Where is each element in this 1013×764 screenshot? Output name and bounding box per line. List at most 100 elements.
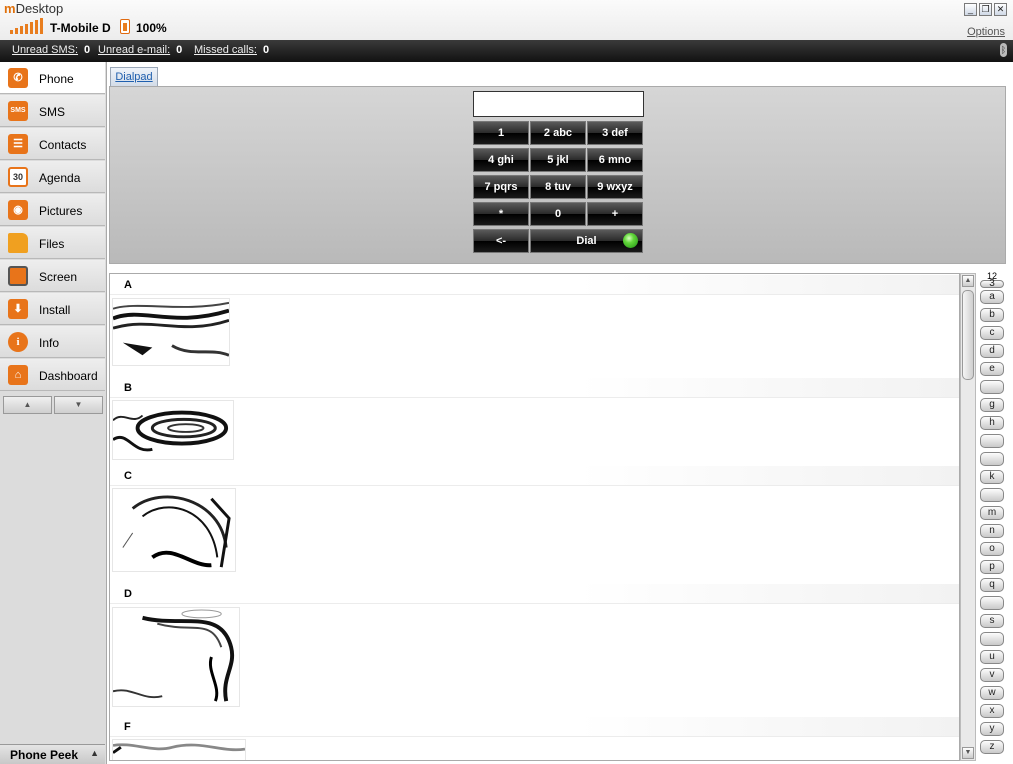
alpha-button-c[interactable]: c	[980, 326, 1004, 340]
alpha-button-v[interactable]: v	[980, 668, 1004, 682]
alpha-button-blank-10[interactable]	[980, 452, 1004, 466]
key-1[interactable]: 1	[473, 121, 529, 145]
sidebar-item-dashboard[interactable]: ⌂ Dashboard	[0, 359, 105, 391]
key-2[interactable]: 2 abc	[530, 121, 586, 145]
alpha-button-g[interactable]: g	[980, 398, 1004, 412]
key-6[interactable]: 6 mno	[587, 148, 643, 172]
key-3[interactable]: 3 def	[587, 121, 643, 145]
app-title: mDesktop	[4, 1, 64, 16]
key-4[interactable]: 4 ghi	[473, 148, 529, 172]
alpha-button-blank-18[interactable]	[980, 596, 1004, 610]
tab-dialpad[interactable]: Dialpad	[110, 67, 158, 86]
group-header-a: A	[110, 275, 959, 295]
folder-icon	[8, 233, 28, 253]
alpha-button-q[interactable]: q	[980, 578, 1004, 592]
home-icon: ⌂	[8, 365, 28, 385]
sidebar-scroll-down-button[interactable]: ▼	[54, 396, 103, 414]
sidebar-item-pictures[interactable]: ◉ Pictures	[0, 194, 105, 226]
signal-strength-icon	[10, 18, 44, 34]
phone-icon: ✆	[8, 68, 28, 88]
sidebar-item-install[interactable]: ⬇ Install	[0, 293, 105, 325]
title-bar: mDesktop T-Mobile D 100% _ ❐ ✕ Options	[0, 0, 1013, 40]
battery-level: 100%	[136, 21, 167, 35]
alpha-button-m[interactable]: m	[980, 506, 1004, 520]
key-7[interactable]: 7 pqrs	[473, 175, 529, 199]
contact-photo[interactable]	[112, 400, 234, 460]
sidebar-item-screen[interactable]: Screen	[0, 260, 105, 292]
install-icon: ⬇	[8, 299, 28, 319]
alpha-button-n[interactable]: n	[980, 524, 1004, 538]
alpha-button-z[interactable]: z	[980, 740, 1004, 754]
expand-arrow-icon[interactable]: ▲	[90, 748, 99, 758]
key-plus[interactable]: +	[587, 202, 643, 226]
phone-number-input[interactable]	[473, 91, 644, 117]
dial-status-led-icon	[623, 233, 638, 248]
alpha-button-blank-20[interactable]	[980, 632, 1004, 646]
sidebar-item-info[interactable]: i Info	[0, 326, 105, 358]
sidebar-item-contacts[interactable]: ☰ Contacts	[0, 128, 105, 160]
contacts-scrollbar[interactable]: ▲ ▼	[960, 273, 976, 761]
contact-photo[interactable]	[112, 739, 246, 760]
minimize-button[interactable]: _	[964, 3, 977, 16]
options-link[interactable]: Options	[967, 26, 1005, 38]
scroll-down-arrow-icon[interactable]: ▼	[962, 747, 974, 759]
carrier-name: T-Mobile D	[50, 21, 111, 35]
battery-icon	[120, 19, 130, 34]
sidebar: ✆ Phone SMS SMS ☰ Contacts 30 Agenda ◉ P…	[0, 62, 107, 764]
status-bar: Unread SMS: 0 Unread e-mail: 0 Missed call…	[0, 40, 1013, 62]
scroll-up-arrow-icon[interactable]: ▲	[962, 275, 974, 287]
contact-photo[interactable]	[112, 488, 236, 572]
key-0[interactable]: 0	[530, 202, 586, 226]
key-8[interactable]: 8 tuv	[530, 175, 586, 199]
sidebar-scroll-up-button[interactable]: ▲	[3, 396, 52, 414]
sidebar-item-files[interactable]: Files	[0, 227, 105, 259]
alpha-button-x[interactable]: x	[980, 704, 1004, 718]
alpha-button-e[interactable]: e	[980, 362, 1004, 376]
dialpad-panel: 1 2 abc 3 def 4 ghi 5 jkl 6 mno 7 pqrs 8…	[109, 86, 1006, 264]
phone-peek-label: Phone Peek	[10, 748, 79, 762]
alpha-button-p[interactable]: p	[980, 560, 1004, 574]
alpha-button-w[interactable]: w	[980, 686, 1004, 700]
backspace-button[interactable]: <-	[473, 229, 529, 253]
alpha-button-a[interactable]: a	[980, 290, 1004, 304]
alpha-button-b[interactable]: b	[980, 308, 1004, 322]
dial-label: Dial	[576, 235, 597, 247]
dial-button[interactable]: Dial	[530, 229, 643, 253]
unread-email-status[interactable]: Unread e-mail: 0	[98, 44, 182, 56]
key-star[interactable]: *	[473, 202, 529, 226]
contacts-list[interactable]: A B C D F	[109, 273, 960, 761]
bluetooth-icon: ᛒ	[1000, 43, 1007, 57]
contact-photo[interactable]	[112, 298, 230, 366]
alpha-button-u[interactable]: u	[980, 650, 1004, 664]
alphabet-index: 12 3abcdeghkmnopqsuvwxyz	[978, 271, 1006, 764]
group-header-d: D	[110, 584, 959, 604]
alpha-button-d[interactable]: d	[980, 344, 1004, 358]
sidebar-item-phone[interactable]: ✆ Phone	[0, 62, 105, 94]
alpha-button-blank-12[interactable]	[980, 488, 1004, 502]
contact-photo[interactable]	[112, 607, 240, 707]
unread-sms-status[interactable]: Unread SMS: 0	[12, 44, 90, 56]
main-content: Dialpad 1 2 abc 3 def 4 ghi 5 jkl 6 mno …	[107, 62, 1013, 764]
monitor-icon	[8, 266, 28, 286]
key-9[interactable]: 9 wxyz	[587, 175, 643, 199]
phone-peek-panel[interactable]: Phone Peek ▲	[0, 744, 105, 764]
restore-button[interactable]: ❐	[979, 3, 992, 16]
calendar-icon: 30	[8, 167, 28, 187]
camera-icon: ◉	[8, 200, 28, 220]
key-5[interactable]: 5 jkl	[530, 148, 586, 172]
sidebar-item-sms[interactable]: SMS SMS	[0, 95, 105, 127]
missed-calls-status[interactable]: Missed calls: 0	[194, 44, 269, 56]
alpha-button-blank-6[interactable]	[980, 380, 1004, 394]
contacts-icon: ☰	[8, 134, 28, 154]
alpha-button-y[interactable]: y	[980, 722, 1004, 736]
alpha-button-h[interactable]: h	[980, 416, 1004, 430]
alpha-button-k[interactable]: k	[980, 470, 1004, 484]
alpha-button-s[interactable]: s	[980, 614, 1004, 628]
alpha-button-o[interactable]: o	[980, 542, 1004, 556]
alpha-button-blank-9[interactable]	[980, 434, 1004, 448]
alpha-button-3[interactable]: 3	[980, 279, 1004, 289]
close-button[interactable]: ✕	[994, 3, 1007, 16]
group-header-b: B	[110, 378, 959, 398]
scrollbar-thumb[interactable]	[962, 290, 974, 380]
sidebar-item-agenda[interactable]: 30 Agenda	[0, 161, 105, 193]
